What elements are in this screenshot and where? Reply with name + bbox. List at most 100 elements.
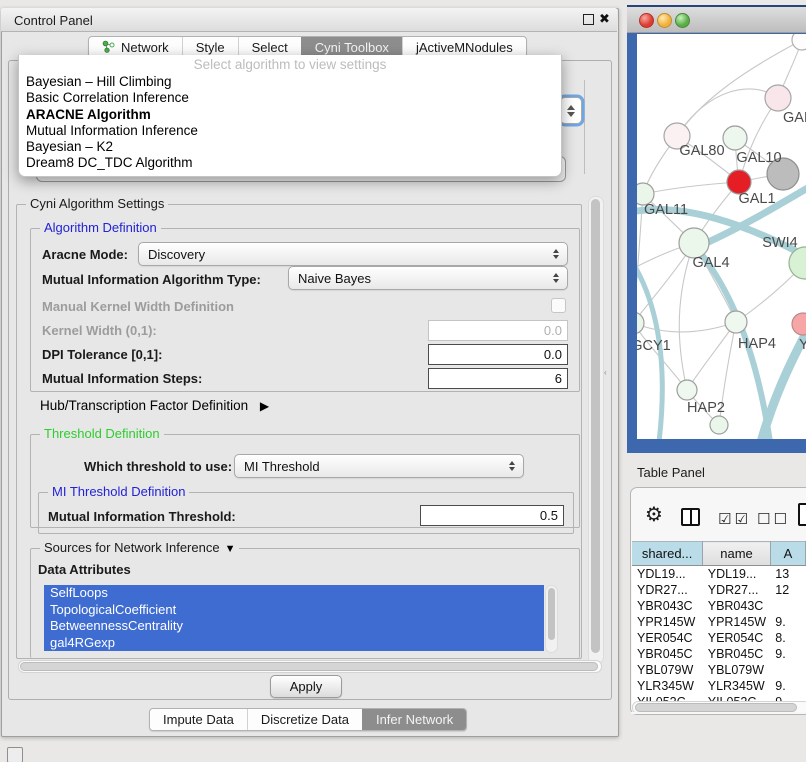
tab-network-label: Network: [121, 40, 169, 55]
attributes-list-scrollbar[interactable]: [545, 585, 558, 653]
which-threshold-combo[interactable]: MI Threshold: [234, 454, 524, 478]
tab-infer-network[interactable]: Infer Network: [362, 709, 466, 730]
collapsed-panel-icon[interactable]: [7, 747, 23, 762]
algorithm-option[interactable]: ARACNE Algorithm: [19, 107, 561, 123]
aracne-mode-combo[interactable]: Discovery: [138, 242, 568, 266]
panel-splitter-handle[interactable]: ‹: [604, 369, 609, 377]
table-row[interactable]: YLR345WYLR345W9.: [632, 678, 806, 694]
table-cell[interactable]: YPR145W: [703, 614, 771, 630]
table-header-row[interactable]: shared...nameA: [632, 542, 806, 566]
hub-definition-expander[interactable]: Hub/Transcription Factor Definition ▶: [40, 398, 269, 413]
table-cell[interactable]: YBR045C: [703, 646, 771, 662]
table-cell[interactable]: 8.: [770, 630, 805, 646]
table-row[interactable]: YBL079WYBL079W: [632, 662, 806, 678]
table-cell[interactable]: YDR27...: [703, 582, 771, 598]
network-window-titlebar[interactable]: [627, 7, 806, 33]
cyni-bottom-tabbar: Impute Data Discretize Data Infer Networ…: [149, 708, 467, 731]
network-canvas[interactable]: GALGAL80GAL10GAL1GAL11SWI4GAL4GCY1HAP4YH…: [637, 34, 806, 439]
table-column-header[interactable]: A: [770, 542, 805, 566]
dpi-tolerance-input[interactable]: [428, 344, 568, 365]
show-columns-icon[interactable]: [681, 508, 700, 526]
data-attribute-item[interactable]: TopologicalCoefficient: [44, 602, 544, 619]
tab-impute-data[interactable]: Impute Data: [150, 709, 247, 730]
network-node[interactable]: [677, 380, 697, 400]
table-cell[interactable]: YDL19...: [703, 566, 771, 583]
table-cell[interactable]: YBR043C: [703, 598, 771, 614]
minimize-traffic-light-icon[interactable]: [657, 13, 672, 28]
combo-spinner-icon: [547, 249, 567, 259]
tab-jactivemnodules-label: jActiveMNodules: [416, 40, 513, 55]
control-panel-titlebar[interactable]: [1, 8, 617, 32]
network-node[interactable]: [725, 311, 747, 333]
table-cell[interactable]: YER054C: [632, 630, 703, 646]
algorithm-option[interactable]: Mutual Information Inference: [19, 123, 561, 139]
select-all-checks-icon[interactable]: ☑☑: [718, 510, 751, 528]
algorithm-option[interactable]: Bayesian – Hill Climbing: [19, 74, 561, 90]
table-cell[interactable]: [770, 598, 805, 614]
export-table-icon[interactable]: [798, 503, 806, 526]
node-attribute-table[interactable]: shared...nameA YDL19...YDL19...13YDR27..…: [632, 541, 806, 710]
network-node[interactable]: [679, 228, 709, 258]
table-cell[interactable]: YBL079W: [703, 662, 771, 678]
data-attribute-item[interactable]: BetweennessCentrality: [44, 618, 544, 635]
table-row[interactable]: YPR145WYPR145W9.: [632, 614, 806, 630]
algorithm-option[interactable]: Dream8 DC_TDC Algorithm: [19, 155, 561, 171]
data-attributes-list[interactable]: SelfLoopsTopologicalCoefficientBetweenne…: [44, 585, 544, 651]
network-tab-icon: [102, 40, 115, 56]
algorithm-combo-spinner[interactable]: [560, 97, 582, 124]
table-row[interactable]: YDR27...YDR27...12: [632, 582, 806, 598]
deselect-all-checks-icon[interactable]: ☐☐: [757, 510, 790, 528]
close-icon[interactable]: ✖: [599, 11, 610, 27]
settings-horizontal-scrollbar[interactable]: [18, 660, 602, 673]
table-row[interactable]: YBR043CYBR043C: [632, 598, 806, 614]
table-cell[interactable]: 12: [770, 582, 805, 598]
zoom-traffic-light-icon[interactable]: [675, 13, 690, 28]
table-cell[interactable]: YBR045C: [632, 646, 703, 662]
table-cell[interactable]: YBL079W: [632, 662, 703, 678]
table-cell[interactable]: [770, 662, 805, 678]
table-row[interactable]: YBR045CYBR045C9.: [632, 646, 806, 662]
table-cell[interactable]: YDR27...: [632, 582, 703, 598]
table-cell[interactable]: YPR145W: [632, 614, 703, 630]
table-cell[interactable]: 13: [770, 566, 805, 583]
gear-icon[interactable]: ⚙: [645, 504, 663, 526]
mi-type-combo[interactable]: Naive Bayes: [288, 266, 568, 290]
network-node[interactable]: [765, 85, 791, 111]
mi-steps-label: Mutual Information Steps:: [42, 371, 202, 386]
data-attribute-item[interactable]: SelfLoops: [44, 585, 544, 602]
close-traffic-light-icon[interactable]: [639, 13, 654, 28]
table-cell[interactable]: YLR345W: [632, 678, 703, 694]
algorithm-option[interactable]: Bayesian – K2: [19, 139, 561, 155]
table-column-header[interactable]: shared...: [632, 542, 703, 566]
table-row[interactable]: YER054CYER054C8.: [632, 630, 806, 646]
manual-kernel-checkbox[interactable]: [551, 298, 566, 313]
dpi-tolerance-label: DPI Tolerance [0,1]:: [42, 347, 162, 362]
table-cell[interactable]: 9.: [770, 646, 805, 662]
table-cell[interactable]: YBR043C: [632, 598, 703, 614]
tab-infer-network-label: Infer Network: [376, 712, 453, 727]
mi-threshold-input[interactable]: [420, 505, 564, 526]
mi-steps-input[interactable]: [428, 368, 568, 389]
kernel-width-input[interactable]: [428, 320, 568, 341]
network-node[interactable]: [723, 126, 747, 150]
table-row[interactable]: YDL19...YDL19...13: [632, 566, 806, 583]
network-node[interactable]: [792, 313, 806, 335]
unchecked-box-icon: ☐: [773, 511, 789, 528]
network-node[interactable]: [710, 416, 728, 434]
mi-type-value: Naive Bayes: [289, 271, 547, 286]
algorithm-option[interactable]: Basic Correlation Inference: [19, 90, 561, 106]
table-cell[interactable]: 9.: [770, 614, 805, 630]
table-cell[interactable]: YDL19...: [632, 566, 703, 583]
tab-discretize-data[interactable]: Discretize Data: [247, 709, 362, 730]
table-cell[interactable]: YER054C: [703, 630, 771, 646]
network-node[interactable]: [792, 34, 806, 50]
table-cell[interactable]: YLR345W: [703, 678, 771, 694]
network-node[interactable]: [637, 312, 644, 334]
apply-button[interactable]: Apply: [270, 675, 342, 698]
settings-vertical-scrollbar[interactable]: [588, 196, 604, 664]
table-cell[interactable]: 9.: [770, 678, 805, 694]
table-column-header[interactable]: name: [703, 542, 771, 566]
data-attribute-item[interactable]: gal4RGexp: [44, 635, 544, 652]
collapse-triangle-icon[interactable]: ▼: [225, 543, 236, 555]
float-window-icon[interactable]: [583, 14, 594, 25]
